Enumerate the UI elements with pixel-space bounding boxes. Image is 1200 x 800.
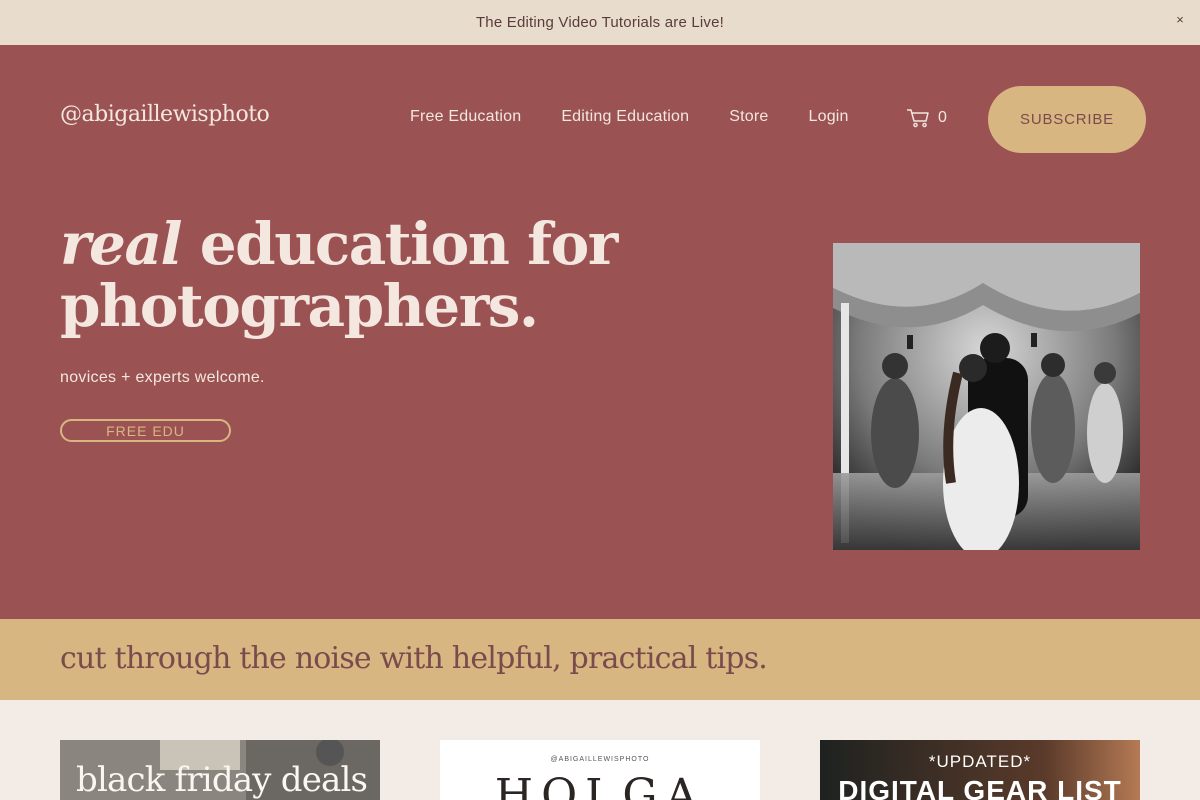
card-gear-list[interactable]: *UPDATED* DIGITAL GEAR LIST <box>820 740 1140 800</box>
card2-handle: @ABIGAILLEWISPHOTO <box>550 756 650 763</box>
card-holga[interactable]: @ABIGAILLEWISPHOTO HOLGA <box>440 740 760 800</box>
announcement-text[interactable]: The Editing Video Tutorials are Live! <box>476 14 724 31</box>
site-logo[interactable]: @abigaillewisphoto <box>60 102 270 127</box>
card-black-friday[interactable]: black friday deals <box>60 740 380 800</box>
wedding-dance-photo-icon <box>833 243 1140 550</box>
announcement-bar: The Editing Video Tutorials are Live! × <box>0 0 1200 45</box>
card2-title: HOLGA <box>494 770 706 800</box>
hero-section: @abigaillewisphoto Free Education Editin… <box>0 45 1200 619</box>
nav-editing-education[interactable]: Editing Education <box>561 108 689 126</box>
close-icon[interactable]: × <box>1176 12 1184 27</box>
nav-free-education[interactable]: Free Education <box>410 108 521 126</box>
cart-count: 0 <box>938 109 947 126</box>
nav-login[interactable]: Login <box>809 108 849 126</box>
main-nav: Free Education Editing Education Store L… <box>410 108 849 126</box>
tips-heading: cut through the noise with helpful, prac… <box>60 641 768 676</box>
subscribe-button[interactable]: SUBSCRIBE <box>988 86 1146 153</box>
card3-title: DIGITAL GEAR LIST <box>838 775 1122 800</box>
hero-subtitle: novices + experts welcome. <box>60 369 265 386</box>
hero-headline: real education for photographers. <box>60 213 620 337</box>
headline-italic: real <box>60 210 183 278</box>
card3-updated: *UPDATED* <box>928 752 1032 771</box>
hero-photo <box>833 243 1140 550</box>
card1-title: black friday deals <box>76 760 368 800</box>
nav-store[interactable]: Store <box>729 108 768 126</box>
free-edu-button[interactable]: FREE EDU <box>60 419 231 442</box>
cart-button[interactable]: 0 <box>906 108 947 128</box>
tips-banner: cut through the noise with helpful, prac… <box>0 619 1200 700</box>
cart-icon <box>907 109 929 128</box>
